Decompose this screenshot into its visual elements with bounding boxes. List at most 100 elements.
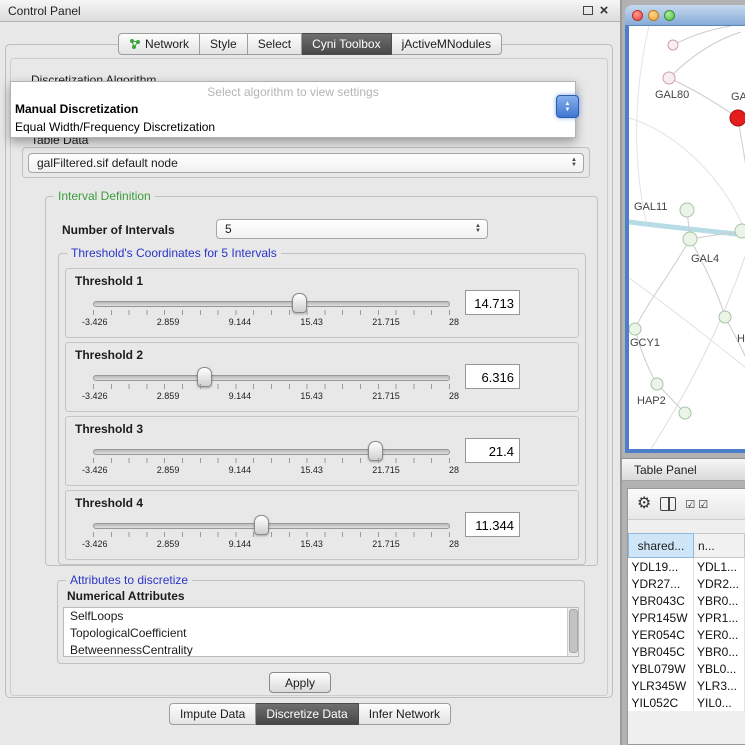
gear-icon[interactable]: ⚙ — [637, 496, 651, 512]
network-node[interactable] — [719, 311, 731, 323]
table-toolbar: ⚙ ☑ ☑ — [628, 489, 745, 520]
slider-scale: -3.4262.8599.14415.4321.71528 — [82, 317, 459, 327]
threshold-1-value-field[interactable]: 14.713 — [465, 290, 520, 315]
slider-track[interactable] — [93, 301, 450, 307]
tab-network[interactable]: Network — [118, 33, 200, 55]
zoom-traffic-light-icon[interactable] — [664, 10, 675, 21]
tab-style[interactable]: Style — [200, 33, 248, 55]
combo-stepper-icon[interactable]: ▲ ▼ — [472, 220, 484, 238]
threshold-label: Threshold 3 — [75, 422, 143, 436]
cell-name[interactable]: YPR1... — [694, 609, 745, 626]
column-header-shared-name[interactable]: shared... — [629, 534, 694, 558]
attributes-list[interactable]: SelfLoopsTopologicalCoefficientBetweenne… — [63, 607, 579, 657]
minimize-traffic-light-icon[interactable] — [648, 10, 659, 21]
network-node[interactable] — [663, 72, 675, 84]
number-of-intervals-combo[interactable]: 5 ▲ ▼ — [216, 219, 488, 239]
threshold-3-value-field[interactable]: 21.4 — [465, 438, 520, 463]
apply-button[interactable]: Apply — [269, 672, 331, 693]
tab-label: jActiveMNodules — [402, 37, 491, 51]
slider-track[interactable] — [93, 523, 450, 529]
table-row[interactable]: YBL079W YBL0... — [629, 660, 745, 677]
algorithm-option-equal-width[interactable]: Equal Width/Frequency Discretization — [11, 119, 575, 137]
network-tab-icon — [129, 38, 141, 50]
table-row[interactable]: YBR043C YBR0... — [629, 592, 745, 609]
network-node[interactable] — [629, 323, 641, 335]
threshold-2-value-field[interactable]: 6.316 — [465, 364, 520, 389]
threshold-2-slider[interactable]: -3.4262.8599.14415.4321.71528 — [93, 367, 450, 411]
cell-shared-name[interactable]: YBR043C — [629, 592, 694, 609]
cell-name[interactable]: YDL1... — [694, 558, 745, 576]
list-item[interactable]: SelfLoops — [64, 608, 578, 625]
list-item[interactable]: TopologicalCoefficient — [64, 625, 578, 642]
network-canvas[interactable]: GAL80GAGAL11GAL4GCY1HAP2H — [629, 26, 745, 449]
table-panel-titlebar[interactable]: Table Panel — [622, 458, 745, 481]
numerical-attributes-title: Numerical Attributes — [67, 589, 185, 603]
network-node[interactable] — [680, 203, 694, 217]
tab-infer-network[interactable]: Infer Network — [359, 703, 451, 725]
tab-jactivemnodules[interactable]: jActiveMNodules — [392, 33, 502, 55]
network-node[interactable] — [668, 40, 678, 50]
network-node[interactable] — [651, 378, 663, 390]
tab-impute-data[interactable]: Impute Data — [169, 703, 256, 725]
attributes-list-scrollbar[interactable] — [567, 608, 578, 656]
columns-icon[interactable] — [660, 497, 676, 511]
cell-shared-name[interactable]: YIL052C — [629, 694, 694, 711]
tab-label: Network — [145, 37, 189, 51]
algorithm-dropdown-popup: Select algorithm to view settings Manual… — [10, 81, 576, 138]
combo-stepper-icon[interactable]: ▲ ▼ — [568, 154, 580, 172]
table-row[interactable]: YIL052C YIL0... — [629, 694, 745, 711]
tab-select[interactable]: Select — [248, 33, 302, 55]
scrollbar-thumb[interactable] — [569, 609, 578, 653]
cell-shared-name[interactable]: YDL19... — [629, 558, 694, 576]
list-item[interactable]: BetweennessCentrality — [64, 642, 578, 657]
tab-discretize-data[interactable]: Discretize Data — [256, 703, 358, 725]
network-node[interactable] — [683, 232, 697, 246]
scale-label: 28 — [449, 317, 459, 327]
cell-shared-name[interactable]: YDR27... — [629, 575, 694, 592]
threshold-3-slider[interactable]: -3.4262.8599.14415.4321.71528 — [93, 441, 450, 485]
cell-name[interactable]: YER0... — [694, 626, 745, 643]
threshold-4-slider[interactable]: -3.4262.8599.14415.4321.71528 — [93, 515, 450, 559]
table-row[interactable]: YPR145W YPR1... — [629, 609, 745, 626]
table-row[interactable]: YDL19... YDL1... — [629, 558, 745, 576]
close-panel-button[interactable]: × — [596, 3, 612, 19]
network-node[interactable] — [730, 110, 745, 126]
table-row[interactable]: YDR27... YDR2... — [629, 575, 745, 592]
scale-label: 28 — [449, 539, 459, 549]
cell-name[interactable]: YIL0... — [694, 694, 745, 711]
close-traffic-light-icon[interactable] — [632, 10, 643, 21]
cell-shared-name[interactable]: YPR145W — [629, 609, 694, 626]
cell-shared-name[interactable]: YLR345W — [629, 677, 694, 694]
tab-cyni-toolbox[interactable]: Cyni Toolbox — [302, 33, 391, 55]
network-node[interactable] — [735, 224, 745, 238]
table-row[interactable]: YLR345W YLR3... — [629, 677, 745, 694]
arrow-down-icon: ▼ — [475, 229, 481, 234]
number-of-intervals-value: 5 — [225, 222, 232, 236]
checkboxes-icon[interactable]: ☑ ☑ — [685, 498, 708, 511]
table-row[interactable]: YER054C YER0... — [629, 626, 745, 643]
slider-track[interactable] — [93, 375, 450, 381]
cell-name[interactable]: YLR3... — [694, 677, 745, 694]
algorithm-combo-stepper[interactable]: ▲ ▼ — [556, 95, 579, 118]
network-window-titlebar[interactable] — [625, 5, 745, 26]
network-node[interactable] — [679, 407, 691, 419]
network-canvas-svg[interactable]: GAL80GAGAL11GAL4GCY1HAP2H — [629, 26, 745, 449]
cell-shared-name[interactable]: YER054C — [629, 626, 694, 643]
algorithm-option-manual[interactable]: Manual Discretization — [11, 101, 575, 119]
table-header-row: shared... n... — [629, 534, 745, 558]
column-header-name[interactable]: n... — [694, 534, 745, 558]
table-row[interactable]: YBR045C YBR0... — [629, 643, 745, 660]
table-data-combo[interactable]: galFiltered.sif default node ▲ ▼ — [28, 153, 584, 173]
cell-name[interactable]: YDR2... — [694, 575, 745, 592]
network-node-label: GA — [731, 91, 745, 103]
cell-name[interactable]: YBL0... — [694, 660, 745, 677]
cell-name[interactable]: YBR0... — [694, 592, 745, 609]
cell-name[interactable]: YBR0... — [694, 643, 745, 660]
threshold-1-slider[interactable]: -3.4262.8599.14415.4321.71528 — [93, 293, 450, 337]
threshold-4-value-field[interactable]: 11.344 — [465, 512, 520, 537]
cell-shared-name[interactable]: YBL079W — [629, 660, 694, 677]
float-window-button[interactable] — [580, 3, 596, 19]
scale-label: -3.426 — [82, 465, 108, 475]
cell-shared-name[interactable]: YBR045C — [629, 643, 694, 660]
slider-track[interactable] — [93, 449, 450, 455]
